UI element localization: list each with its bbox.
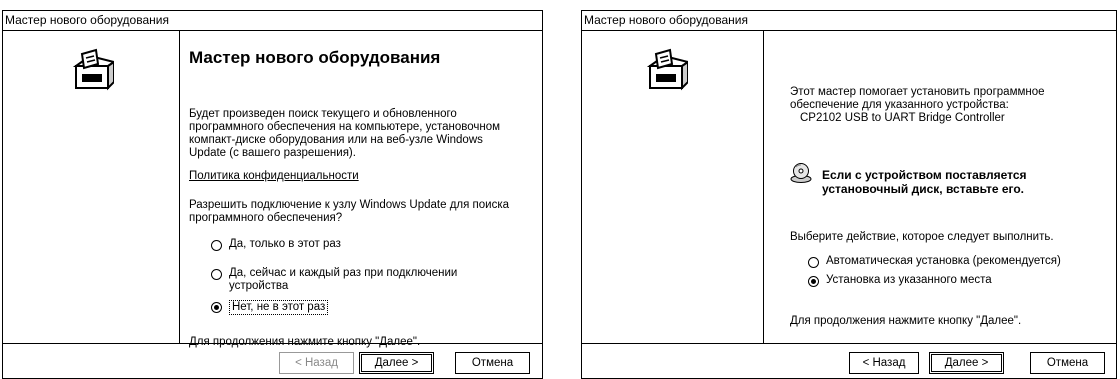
intro-line: Этот мастер помогает установить программ… <box>790 86 1045 98</box>
intro-line: Будет произведен поиск текущего и обновл… <box>189 108 457 120</box>
radio-button-selected-icon <box>808 276 819 287</box>
continue-hint: Для продолжения нажмите кнопку "Далее". <box>790 315 1022 327</box>
intro-line: компакт-диске оборудования или на веб-уз… <box>189 134 483 146</box>
wizard-sidebar <box>3 31 179 343</box>
radio-button-icon <box>211 269 222 280</box>
page-title: Мастер нового оборудования <box>189 48 441 67</box>
intro-text: Будет произведен поиск текущего и обновл… <box>189 108 530 160</box>
radio-button-selected-icon <box>211 302 222 313</box>
intro-line: программного обеспечения на компьютере, … <box>189 121 501 133</box>
radio-label-line: устройства <box>229 280 289 292</box>
radio-label: Да, только в этот раз <box>229 238 341 250</box>
next-button[interactable]: Далее > <box>929 352 1004 374</box>
sidebar-divider <box>763 31 764 343</box>
wizard-sidebar <box>582 31 758 343</box>
window-title: Мастер нового оборудования <box>3 11 542 31</box>
back-button[interactable]: < Назад <box>279 352 354 374</box>
radio-button-icon <box>808 257 819 268</box>
intro-line: Update (с вашего разрешения). <box>189 147 356 159</box>
radio-yes-once[interactable]: Да, только в этот раз <box>211 238 341 251</box>
sidebar-divider <box>179 31 180 343</box>
wizard-window-right: Мастер нового оборудования Этот мастер п… <box>581 10 1117 379</box>
radio-yes-always[interactable]: Да, сейчас и каждый раз при подключении … <box>211 267 457 293</box>
wizard-window-left: Мастер нового оборудования Мастер нового… <box>2 10 543 379</box>
hardware-wizard-icon <box>72 48 114 91</box>
intro-text: Этот мастер помогает установить программ… <box>790 86 1104 125</box>
device-name: CP2102 USB to UART Bridge Controller <box>800 112 1005 124</box>
cd-prompt: Если с устройством поставляется установо… <box>822 168 1104 196</box>
question-line: программного обеспечения? <box>189 212 343 224</box>
privacy-policy-link[interactable]: Политика конфиденциальности <box>189 170 359 182</box>
intro-line: обеспечение для указанного устройства: <box>790 99 1009 111</box>
action-prompt: Выберите действие, которое следует выпол… <box>790 231 1054 243</box>
cd-prompt-line: установочный диск, вставьте его. <box>822 182 1025 196</box>
update-question: Разрешить подключение к узлу Windows Upd… <box>189 199 530 225</box>
button-bar: < Назад Далее > Отмена <box>582 344 1116 378</box>
radio-label: Нет, не в этот раз <box>229 300 329 315</box>
radio-no[interactable]: Нет, не в этот раз <box>211 300 329 315</box>
radio-button-icon <box>211 240 222 251</box>
radio-label: Автоматическая установка (рекомендуется) <box>826 255 1061 267</box>
next-button[interactable]: Далее > <box>359 352 434 374</box>
back-button[interactable]: < Назад <box>849 352 919 374</box>
question-line: Разрешить подключение к узлу Windows Upd… <box>189 199 510 211</box>
radio-label: Установка из указанного места <box>826 274 992 286</box>
cd-prompt-line: Если с устройством поставляется <box>822 168 1027 182</box>
button-bar: < Назад Далее > Отмена <box>3 344 542 378</box>
radio-label: Да, сейчас и каждый раз при подключении … <box>229 267 457 293</box>
window-title: Мастер нового оборудования <box>582 11 1116 31</box>
cancel-button[interactable]: Отмена <box>1030 352 1105 374</box>
cancel-button[interactable]: Отмена <box>455 352 530 374</box>
cd-disc-icon <box>790 163 812 183</box>
radio-install-from-location[interactable]: Установка из указанного места <box>808 274 992 287</box>
hardware-wizard-icon <box>646 48 688 91</box>
radio-label-line: Да, сейчас и каждый раз при подключении <box>229 267 458 279</box>
radio-automatic-install[interactable]: Автоматическая установка (рекомендуется) <box>808 255 1061 268</box>
